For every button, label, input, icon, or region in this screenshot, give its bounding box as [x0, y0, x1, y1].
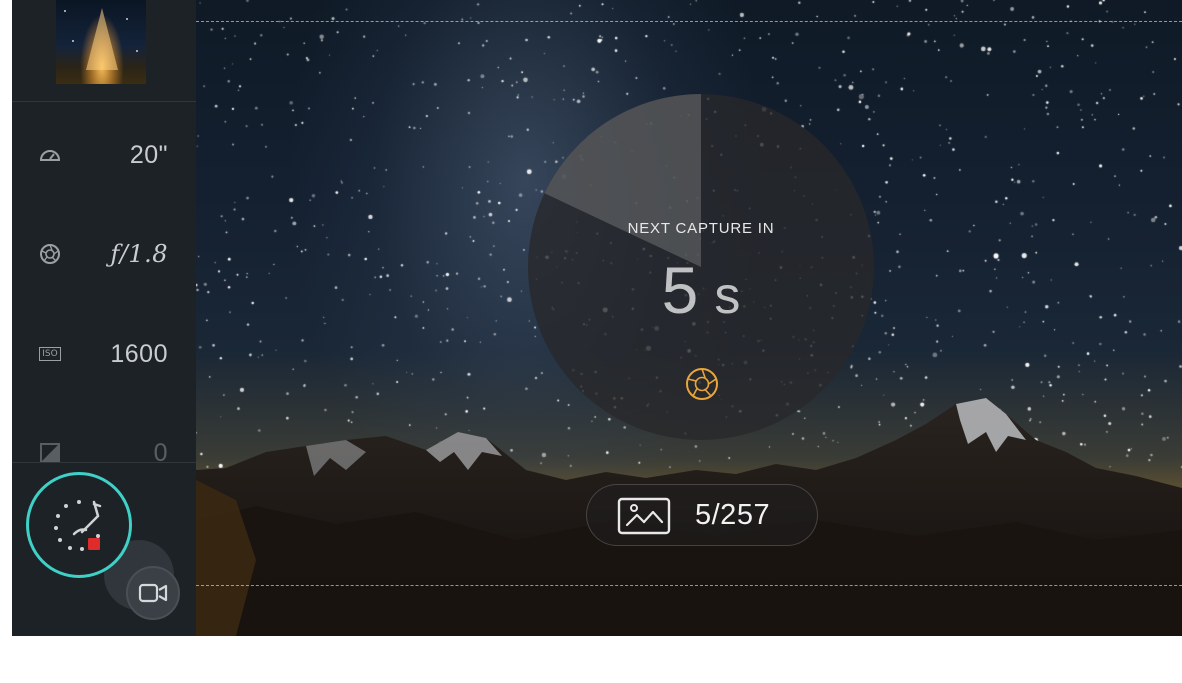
setting-shutter-speed[interactable]: 20"	[12, 125, 196, 185]
thumbnail-star	[64, 10, 66, 12]
last-photo-thumbnail[interactable]	[56, 0, 146, 84]
thumbnail-star	[136, 50, 138, 52]
shutter-icon	[686, 368, 718, 400]
aperture-icon	[36, 240, 64, 268]
timelapse-icon	[54, 500, 102, 551]
bottom-guide-line	[196, 585, 1182, 586]
video-mode-button[interactable]	[126, 566, 180, 620]
aperture-value: ƒ/1.8	[110, 240, 168, 268]
next-capture-label: NEXT CAPTURE IN	[627, 220, 775, 237]
record-indicator	[88, 538, 100, 550]
thumbnail-star	[72, 40, 74, 42]
iso-icon: ISO	[36, 340, 64, 368]
shutter-speed-value: 20"	[129, 140, 168, 169]
viewfinder[interactable]: NEXT CAPTURE IN 5s 5/257	[196, 0, 1182, 636]
timelapse-mode-button[interactable]	[26, 472, 132, 578]
capture-counter[interactable]: 5/257	[586, 484, 818, 546]
camera-app: 20" ƒ/1.8 ISO 1600 0 NEXT CAPTURE IN 5 s…	[12, 0, 1182, 636]
capture-count: 5/257	[695, 499, 771, 531]
countdown-number: 5	[661, 253, 699, 327]
thumbnail-star	[126, 18, 128, 20]
thumbnail-tent	[86, 8, 118, 70]
sidebar-divider	[12, 101, 196, 102]
iso-icon-label: ISO	[39, 347, 61, 361]
next-capture-countdown: 5s	[528, 252, 874, 328]
gallery-icon	[617, 497, 671, 535]
countdown-unit: s	[714, 267, 741, 325]
top-guide-line	[196, 21, 1182, 22]
setting-aperture[interactable]: ƒ/1.8	[12, 224, 196, 284]
setting-iso[interactable]: ISO 1600	[12, 324, 196, 384]
iso-value: 1600	[110, 339, 168, 368]
shutter-speed-icon	[36, 141, 64, 169]
video-camera-icon	[138, 583, 168, 603]
